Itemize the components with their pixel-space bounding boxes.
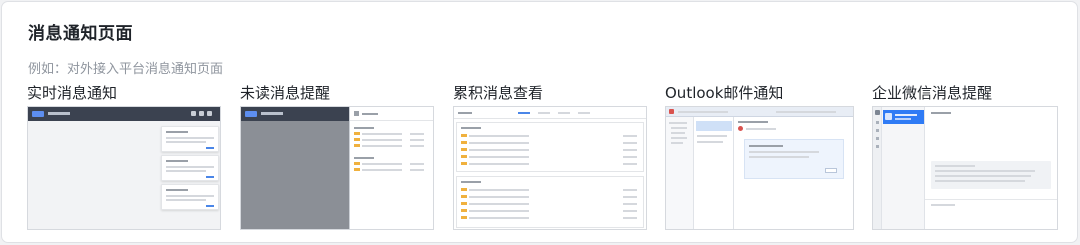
outlook-mail-thumbnail[interactable] [665,106,854,230]
bell-icon [191,111,196,116]
example-label: 实时消息通知 [27,84,118,102]
mail-icon [669,109,674,114]
notification-popup[interactable] [161,184,219,210]
example-label: 未读消息提醒 [240,84,331,102]
example-realtime-notification[interactable]: 实时消息通知 [27,84,223,230]
notification-popup[interactable] [161,126,219,152]
section-subtitle: 例如：对外接入平台消息通知页面 [28,62,224,77]
wecom-sidebar [873,107,882,229]
example-accumulated-messages[interactable]: 累积消息查看 [453,84,649,230]
realtime-notification-thumbnail[interactable] [27,106,221,230]
notification-popup[interactable] [161,155,219,181]
message-list [694,117,734,229]
example-outlook-mail[interactable]: Outlook邮件通知 [665,84,861,230]
folder-pane [666,117,694,229]
close-icon[interactable] [354,111,359,116]
user-icon [207,111,212,116]
app-topbar [28,107,220,121]
logo-icon [245,111,257,117]
chat-window [925,107,1057,229]
unread-drawer[interactable] [349,107,433,229]
example-label: Outlook邮件通知 [665,84,784,102]
chat-list [882,107,925,229]
example-wecom-reminder[interactable]: 企业微信消息提醒 [872,84,1068,230]
unread-reminder-thumbnail[interactable] [240,106,434,230]
reading-pane [734,117,853,229]
avatar [875,110,880,115]
example-label: 企业微信消息提醒 [872,84,993,102]
dimmed-overlay [241,121,349,229]
example-unread-reminder[interactable]: 未读消息提醒 [240,84,436,230]
logo-icon [32,111,44,117]
wecom-reminder-thumbnail[interactable] [872,106,1058,230]
section-title: 消息通知页面 [28,24,133,44]
accumulated-messages-thumbnail[interactable] [453,106,647,230]
settings-icon [199,111,204,116]
example-label: 累积消息查看 [453,84,544,102]
notification-pages-card: 消息通知页面 例如：对外接入平台消息通知页面 实时消息通知 未读消息提醒 累积消… [1,1,1078,243]
